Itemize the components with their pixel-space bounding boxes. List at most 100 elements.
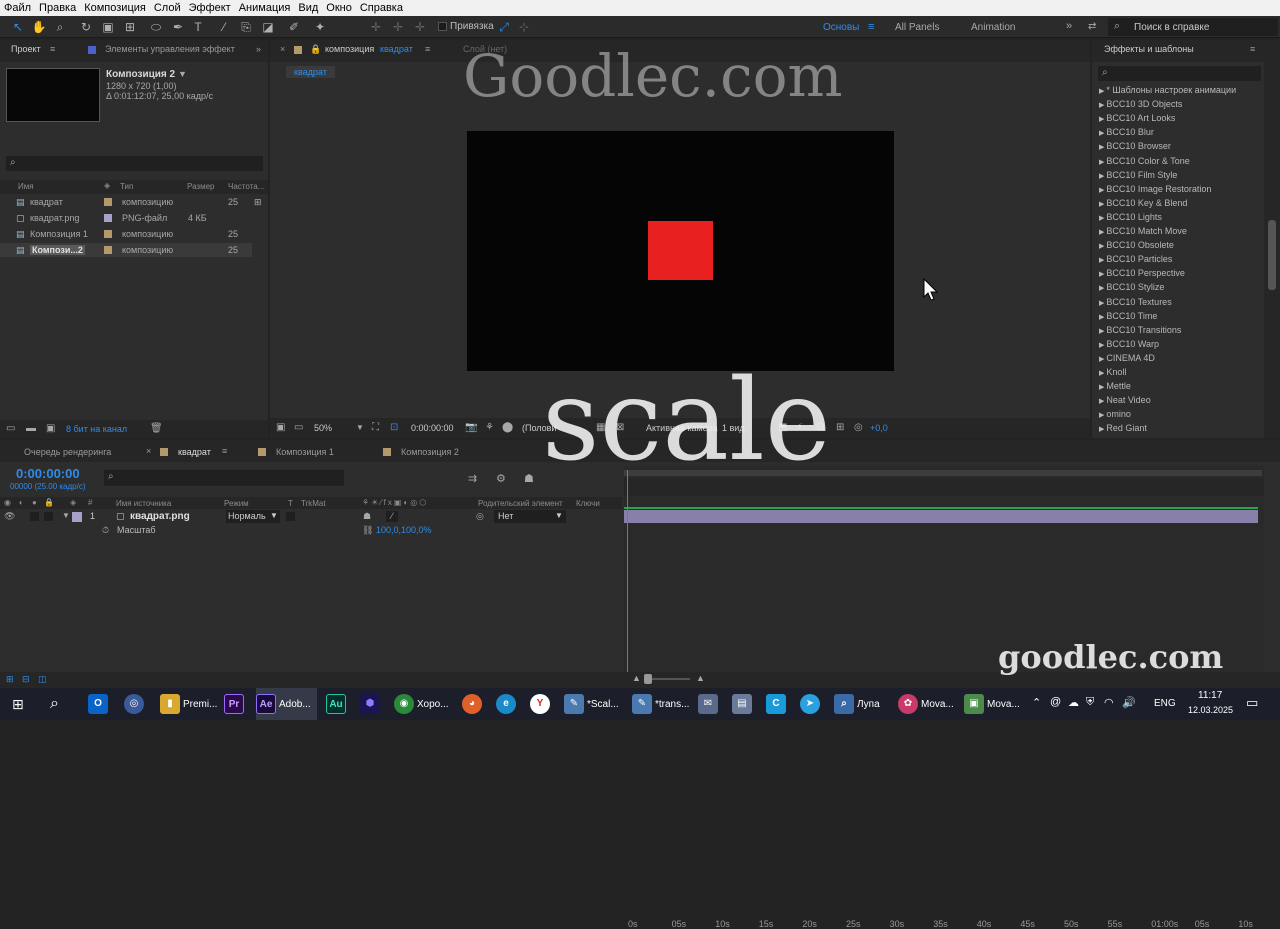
zoom-tool-icon[interactable]: ⌕ bbox=[52, 19, 68, 35]
tray-network-status-icon[interactable]: @ bbox=[1050, 696, 1061, 708]
snapshot-icon[interactable]: 📷 bbox=[465, 422, 477, 433]
col-trkmat[interactable]: TrkMat bbox=[301, 499, 326, 508]
zoom-select[interactable]: 50% bbox=[314, 423, 332, 433]
project-item[interactable]: ▤ Композиция 1 композицию 25 bbox=[0, 227, 268, 241]
solo-icon[interactable]: ● bbox=[32, 498, 37, 507]
chevron-down-icon[interactable]: ▼ bbox=[270, 511, 278, 520]
in-out-icon[interactable]: ◫ bbox=[38, 674, 47, 685]
project-item[interactable]: ▤ Компози...2 композицию 25 bbox=[0, 243, 252, 257]
effects-category-item[interactable]: ▶ BCC10 Image Restoration bbox=[1099, 184, 1211, 194]
exposure-value[interactable]: +0,0 bbox=[870, 423, 888, 433]
exposure-reset-icon[interactable]: ◎ bbox=[854, 422, 863, 433]
menu-file[interactable]: Файл bbox=[0, 2, 35, 14]
tab-comp-prefix[interactable]: композиция bbox=[325, 44, 374, 54]
tray-security-icon[interactable]: ⛨ bbox=[1086, 696, 1094, 709]
roto-brush-tool-icon[interactable]: ✐ bbox=[286, 19, 302, 35]
taskbar-app-media-encoder[interactable]: ⬢ bbox=[360, 688, 383, 720]
col-name[interactable]: Имя bbox=[18, 182, 34, 191]
menu-effect[interactable]: Эффект bbox=[185, 2, 235, 14]
effects-category-item[interactable]: ▶ BCC10 Key & Blend bbox=[1099, 198, 1187, 208]
menu-view[interactable]: Вид bbox=[294, 2, 322, 14]
tab-comp-name[interactable]: квадрат bbox=[380, 44, 413, 54]
red-square-layer[interactable] bbox=[648, 221, 713, 280]
taskbar-app-edge[interactable]: e bbox=[496, 688, 519, 720]
label-swatch[interactable] bbox=[72, 512, 82, 522]
lock-toggle[interactable] bbox=[44, 512, 53, 521]
panel-overflow-icon[interactable]: » bbox=[256, 44, 261, 54]
windows-start-icon[interactable]: ⊞ bbox=[12, 696, 24, 713]
label-swatch[interactable] bbox=[104, 246, 112, 254]
comp-canvas[interactable] bbox=[467, 131, 894, 371]
tab-menu-icon[interactable]: ≡ bbox=[222, 446, 227, 456]
tab-timeline-active[interactable]: квадрат bbox=[178, 447, 211, 457]
workspace-all-panels[interactable]: All Panels bbox=[895, 22, 939, 33]
taskbar-app-copilot[interactable]: C bbox=[766, 688, 789, 720]
help-search-box[interactable]: ⌕ Поиск в справке bbox=[1108, 18, 1278, 36]
menu-composition[interactable]: Композиция bbox=[80, 2, 150, 14]
tray-wifi-icon[interactable]: ◠ bbox=[1104, 696, 1114, 709]
effects-category-item[interactable]: ▶ CINEMA 4D bbox=[1099, 353, 1155, 363]
language-indicator[interactable]: ENG bbox=[1154, 698, 1176, 709]
effects-category-item[interactable]: ▶ Knoll bbox=[1099, 367, 1126, 377]
lock-icon[interactable]: 🔒 bbox=[310, 44, 321, 55]
workspace-basics[interactable]: Основы bbox=[823, 22, 859, 33]
video-visibility-icon[interactable]: ◉ bbox=[4, 498, 11, 507]
preserve-transparency-toggle[interactable] bbox=[286, 512, 295, 521]
taskbar-app-movavi-1[interactable]: ✿ Mova... bbox=[898, 688, 954, 720]
chevron-down-icon[interactable]: ▼ bbox=[356, 423, 364, 432]
zoom-out-icon[interactable]: ▲ bbox=[632, 673, 641, 683]
browser-icon[interactable]: ◎ bbox=[124, 694, 147, 714]
flowchart-icon[interactable]: ⊞ bbox=[836, 422, 844, 433]
expand-arrow-icon[interactable]: ▼ bbox=[62, 511, 70, 520]
pick-whip-icon[interactable]: ◎ bbox=[476, 511, 484, 522]
solo-toggle[interactable] bbox=[30, 512, 39, 521]
effects-category-item[interactable]: ▶ BCC10 Textures bbox=[1099, 297, 1172, 307]
puppet-tool-icon[interactable]: ✦ bbox=[312, 19, 328, 35]
snap-checkbox[interactable] bbox=[438, 22, 447, 31]
taskbar-app-doc[interactable]: ▤ bbox=[732, 688, 755, 720]
effects-scrollbar[interactable] bbox=[1264, 40, 1280, 438]
axis-local-icon[interactable]: ✛ bbox=[368, 19, 384, 35]
tab-render-queue[interactable]: Очередь рендеринга bbox=[24, 447, 111, 457]
eraser-tool-icon[interactable]: ◪ bbox=[260, 19, 276, 35]
effects-category-item[interactable]: ▶ BCC10 Perspective bbox=[1099, 268, 1185, 278]
layer-switches-icon[interactable]: ⊞ bbox=[6, 674, 14, 685]
tray-chevron-up-icon[interactable]: ⌃ bbox=[1032, 696, 1041, 709]
taskbar-app-movavi-2[interactable]: ▣ Mova... bbox=[964, 688, 1020, 720]
label-swatch[interactable] bbox=[104, 198, 112, 206]
sync-settings-icon[interactable]: ⇄ bbox=[1088, 21, 1096, 32]
ellipse-tool-icon[interactable]: ⬭ bbox=[148, 19, 164, 35]
label-column-icon[interactable]: ◈ bbox=[104, 181, 110, 190]
zoom-slider-handle[interactable] bbox=[644, 674, 652, 684]
close-tab-icon[interactable]: × bbox=[280, 44, 285, 54]
clock-date[interactable]: 12.03.2025 bbox=[1188, 705, 1233, 715]
clone-tool-icon[interactable]: ⎘ bbox=[238, 19, 254, 35]
col-source-name[interactable]: Имя источника bbox=[116, 499, 171, 508]
new-folder-icon[interactable]: ▬ bbox=[26, 423, 36, 434]
timeline-search-input[interactable]: ⌕ bbox=[104, 470, 344, 486]
zoom-in-icon[interactable]: ▲ bbox=[696, 673, 705, 683]
timeline-timecode[interactable]: 0:00:00:00 bbox=[16, 466, 80, 481]
taskbar-app-after-effects[interactable]: Ae Adob... bbox=[256, 688, 317, 720]
label-swatch[interactable] bbox=[104, 230, 112, 238]
viewer-timecode[interactable]: 0:00:00:00 bbox=[411, 423, 454, 433]
stopwatch-icon[interactable]: ⏱ bbox=[102, 525, 109, 536]
taskbar-app-magnifier[interactable]: ⌕ Лупа bbox=[834, 688, 880, 720]
tab-timeline-comp1[interactable]: Композиция 1 bbox=[276, 447, 334, 457]
project-item[interactable]: ▤ квадрат композицию 25 ⊞ bbox=[0, 195, 268, 209]
menu-help[interactable]: Справка bbox=[356, 2, 407, 14]
eye-icon[interactable]: 👁 bbox=[4, 511, 15, 522]
project-item[interactable]: ▢ квадрат.png PNG-файл 4 КБ bbox=[0, 211, 268, 225]
effects-category-item[interactable]: ▶ BCC10 Time bbox=[1099, 311, 1157, 321]
workspace-menu-icon[interactable]: ≡ bbox=[868, 21, 874, 33]
effects-category-item[interactable]: ▶ BCC10 Obsolete bbox=[1099, 240, 1174, 250]
fit-icon[interactable]: ⛶ bbox=[372, 422, 379, 433]
col-size[interactable]: Размер bbox=[187, 182, 215, 191]
taskbar-app-yandex[interactable]: Y bbox=[530, 688, 553, 720]
zoom-slider[interactable] bbox=[646, 678, 690, 680]
transfer-controls-icon[interactable]: ⊟ bbox=[22, 674, 30, 685]
label-swatch[interactable] bbox=[104, 214, 112, 222]
workspaces-overflow-icon[interactable]: » bbox=[1066, 20, 1072, 32]
lock-icon[interactable]: 🔒 bbox=[44, 498, 54, 507]
shy-switch-icon[interactable]: ☗ bbox=[363, 511, 371, 522]
